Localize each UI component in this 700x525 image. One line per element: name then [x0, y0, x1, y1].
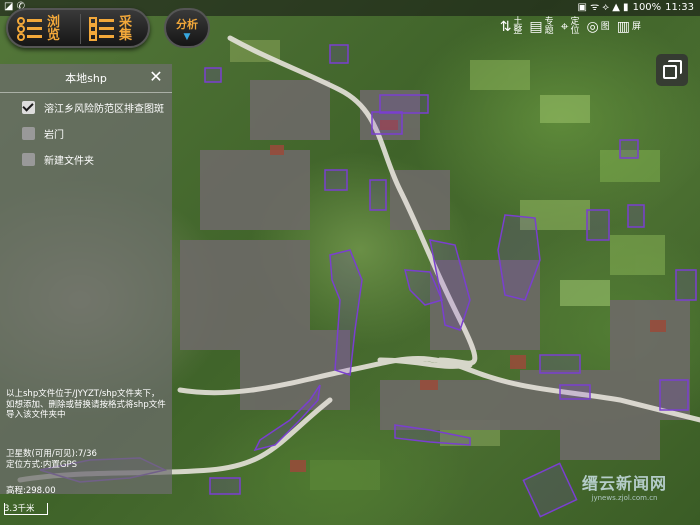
tool-topic-label: 专题	[544, 17, 554, 36]
collect-button[interactable]: 采集	[88, 14, 133, 44]
analyze-label: 分析	[176, 18, 198, 31]
tool-locate-label: 定位	[570, 17, 580, 36]
watermark-url: jynews.zjol.com.cn	[591, 494, 658, 502]
tool-land-button[interactable]: ⇅ 土整	[500, 16, 524, 38]
gps-info: 卫星数(可用/可见):7/36 定位方式:内置GPS	[6, 449, 168, 470]
layer-list: 溶江乡风险防范区排查图斑 岩门 新建文件夹	[0, 94, 172, 172]
split-screen-icon: ▥	[616, 19, 630, 35]
layer-label: 岩门	[44, 129, 64, 141]
layers-icon: ▤	[529, 19, 543, 35]
scale-label: 3.3千米	[4, 504, 35, 514]
toolbar-divider	[80, 14, 81, 44]
layer-item-new-folder[interactable]: 新建文件夹	[0, 146, 172, 172]
status-system-icons: ▣ ᯤ ⟡ ▲ ▮	[577, 2, 629, 13]
tool-land-label: 土整	[513, 17, 523, 36]
watermark: 缙云新闻网 jynews.zjol.com.cn	[582, 470, 667, 502]
tool-locate-button[interactable]: ⌖ 定位	[561, 16, 581, 38]
layer-label: 新建文件夹	[44, 155, 94, 167]
analyze-button[interactable]: 分析 ▼	[164, 8, 210, 48]
map-tools: ⇅ 土整 ▤ 专题 ⌖ 定位 ◎ 图 ▥ 屏	[500, 16, 700, 38]
tool-map-button[interactable]: ◎ 图	[587, 16, 611, 38]
layer-item-yanmen[interactable]: 岩门	[0, 120, 172, 146]
copy-layers-icon-back	[668, 60, 682, 74]
shp-folder-note: 以上shp文件位于/JYYZT/shp文件夹下，如想添加、删除或替换请按格式将s…	[6, 389, 166, 420]
tool-screen-label: 屏	[632, 21, 642, 32]
tool-topic-button[interactable]: ▤ 专题	[529, 16, 554, 38]
clock: 11:33	[665, 2, 694, 13]
layer-checkbox[interactable]	[22, 126, 35, 140]
positioning-mode: 定位方式:内置GPS	[6, 459, 77, 470]
browse-label: 浏览	[47, 15, 61, 43]
chevron-down-icon: ▼	[183, 32, 191, 42]
panel-title: 本地shp	[65, 72, 107, 85]
layer-checkbox-checked[interactable]	[22, 100, 35, 114]
battery-level: 100%	[632, 2, 662, 13]
watermark-title: 缙云新闻网	[582, 474, 668, 493]
list-icon	[16, 16, 44, 42]
close-icon[interactable]: ✕	[148, 69, 164, 85]
tool-screen-button[interactable]: ▥ 屏	[617, 16, 642, 38]
location-icon: ⌖	[560, 19, 569, 35]
main-toolbar: 浏览 采集	[6, 8, 150, 48]
collect-list-icon	[88, 16, 116, 42]
tool-map-label: 图	[600, 21, 610, 32]
map-switch-button[interactable]	[656, 54, 688, 86]
sort-icon: ⇅	[499, 19, 512, 35]
satellite-count: 卫星数(可用/可见):7/36	[6, 449, 97, 459]
status-right: ▣ ᯤ ⟡ ▲ ▮ 100% 11:33	[577, 1, 694, 15]
layer-checkbox[interactable]	[22, 152, 35, 166]
globe-icon: ◎	[586, 19, 599, 35]
layer-item-risk-zone[interactable]: 溶江乡风险防范区排查图斑	[0, 94, 172, 120]
panel-divider	[0, 92, 172, 93]
layer-label: 溶江乡风险防范区排查图斑	[44, 103, 164, 115]
local-shp-panel: 本地shp ✕ 溶江乡风险防范区排查图斑 岩门 新建文件夹 以上shp文件位于/…	[0, 64, 172, 494]
altitude-readout: 高程:298.00	[6, 486, 56, 496]
browse-button[interactable]: 浏览	[16, 14, 61, 44]
collect-label: 采集	[119, 15, 133, 43]
